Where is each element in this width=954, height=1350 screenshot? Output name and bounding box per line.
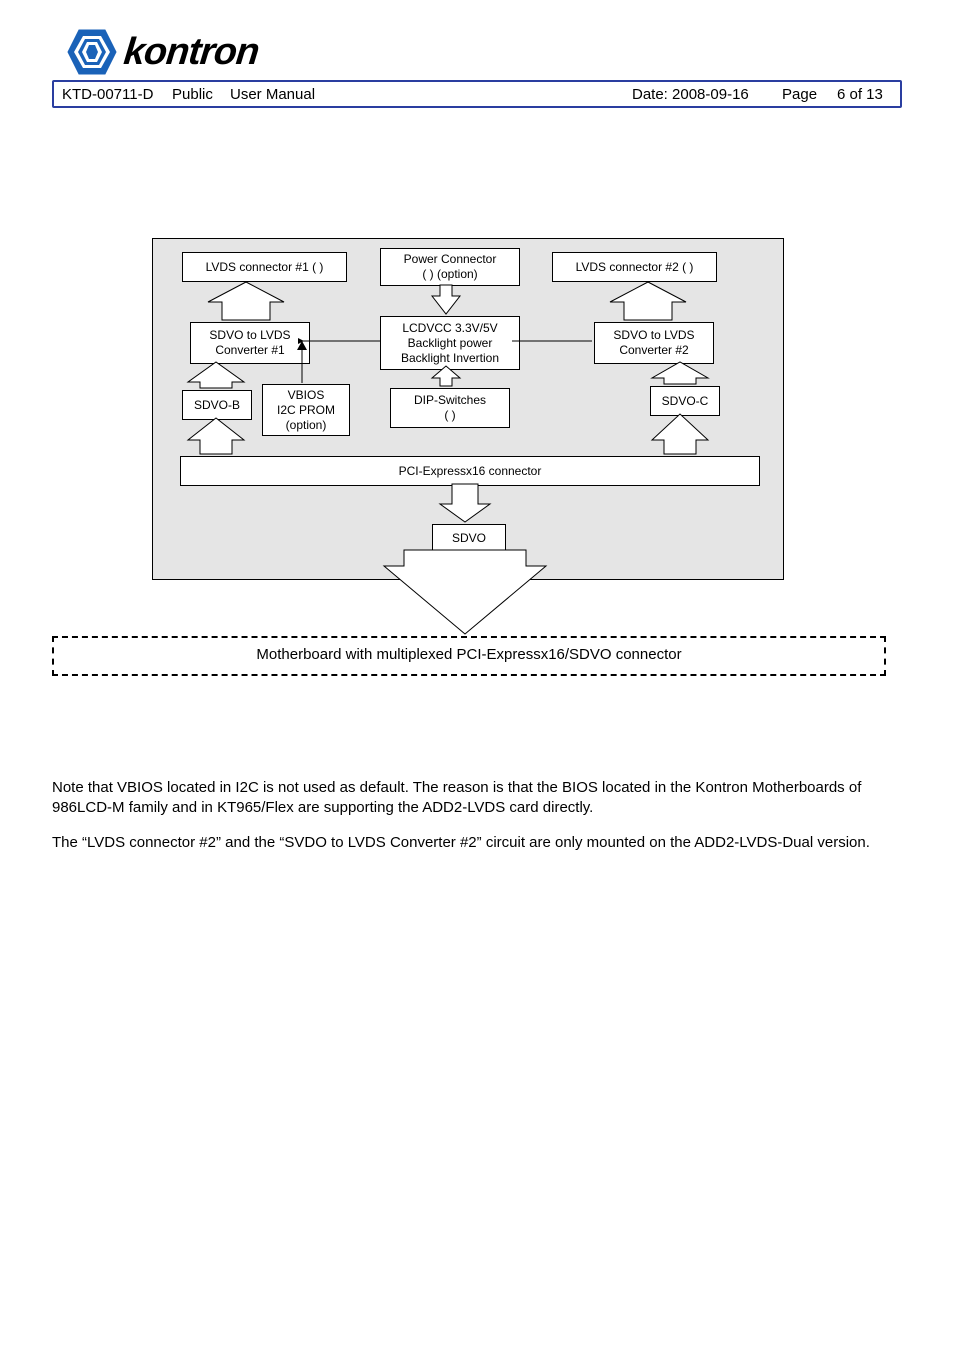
dip-line2: ( ) — [444, 408, 455, 423]
conv2-line2: Converter #2 — [619, 343, 688, 358]
conv1-line1: SDVO to LVDS — [209, 328, 290, 343]
brand-name: kontron — [122, 31, 261, 74]
sdvo-lvds-converter-1: SDVO to LVDS Converter #1 — [190, 322, 310, 364]
sdvo-lvds-converter-2: SDVO to LVDS Converter #2 — [594, 322, 714, 364]
sdvo-c-label: SDVO-C — [650, 386, 720, 416]
page-number: 6 of 13 — [837, 86, 892, 103]
lvds-connector-2: LVDS connector #2 ( ) — [552, 252, 717, 282]
motherboard-box: Motherboard with multiplexed PCI-Express… — [52, 636, 886, 676]
lcdvcc-box: LCDVCC 3.3V/5V Backlight power Backlight… — [380, 316, 520, 370]
logo-row: kontron — [66, 26, 902, 78]
lcd-line2: Backlight power — [408, 336, 493, 351]
conv1-line2: Converter #1 — [215, 343, 284, 358]
public-label: Public — [172, 86, 230, 103]
lcd-line1: LCDVCC 3.3V/5V — [402, 321, 497, 336]
vbios-line2: I2C PROM — [277, 403, 335, 418]
lcd-line3: Backlight Invertion — [401, 351, 499, 366]
paragraph-2: The “LVDS connector #2” and the “SVDO to… — [52, 833, 902, 853]
dip-switches-box: DIP-Switches ( ) — [390, 388, 510, 428]
logo-icon — [66, 28, 118, 76]
dip-line1: DIP-Switches — [414, 393, 486, 408]
date-label: Date: 2008-09-16 — [632, 86, 782, 103]
vbios-line3: (option) — [286, 418, 327, 433]
block-diagram: LVDS connector #1 ( ) Power Connector ( … — [52, 228, 902, 728]
vbios-line1: VBIOS — [288, 388, 325, 403]
lvds-connector-1: LVDS connector #1 ( ) — [182, 252, 347, 282]
vbios-box: VBIOS I2C PROM (option) — [262, 384, 350, 436]
power-connector: Power Connector ( ) (option) — [380, 248, 520, 286]
header-bar: KTD-00711-D Public User Manual Date: 200… — [52, 80, 902, 108]
page-label: Page — [782, 86, 837, 103]
pcie-connector: PCI-Expressx16 connector — [180, 456, 760, 486]
conv2-line1: SDVO to LVDS — [613, 328, 694, 343]
power-connector-line2: ( ) (option) — [422, 267, 477, 282]
user-manual-label: User Manual — [230, 86, 632, 103]
sdvo-b-label: SDVO-B — [182, 390, 252, 420]
paragraph-1: Note that VBIOS located in I2C is not us… — [52, 778, 902, 819]
body-text: Note that VBIOS located in I2C is not us… — [52, 778, 902, 853]
power-connector-line1: Power Connector — [404, 252, 497, 267]
sdvo-label: SDVO — [432, 524, 506, 552]
page: kontron KTD-00711-D Public User Manual D… — [0, 0, 954, 853]
doc-id: KTD-00711-D — [62, 86, 172, 103]
